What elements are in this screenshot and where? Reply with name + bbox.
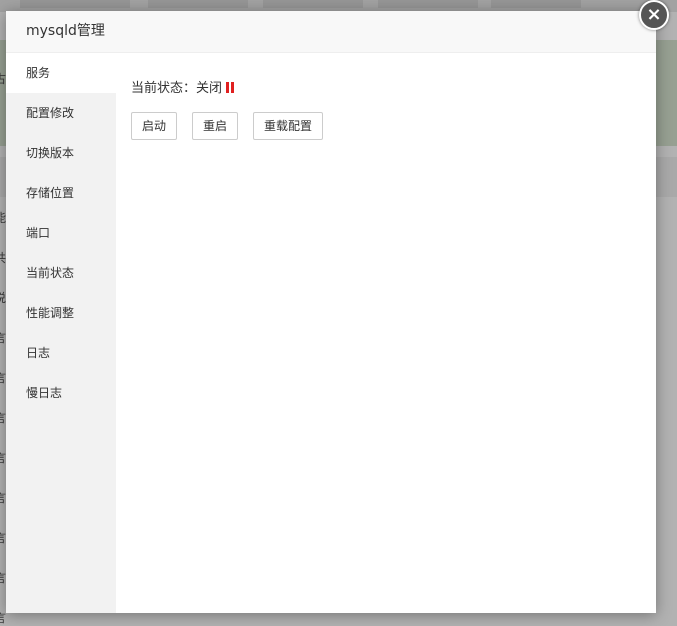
close-icon[interactable]: ×: [639, 0, 669, 30]
restart-button[interactable]: 重启: [192, 112, 239, 140]
service-actions: 启动 重启 重载配置: [131, 112, 656, 140]
nav-item-switch-version[interactable]: 切换版本: [6, 133, 116, 173]
start-button[interactable]: 启动: [131, 112, 178, 140]
nav-item-log[interactable]: 日志: [6, 333, 116, 373]
service-panel: 当前状态：关闭 启动 重启 重载配置: [116, 53, 656, 613]
dialog-title: mysqld管理: [6, 11, 656, 53]
side-nav: 服务 配置修改 切换版本 存储位置 端口 当前状态 性能调整 日志 慢日志: [6, 53, 116, 613]
nav-item-service[interactable]: 服务: [6, 53, 116, 93]
status-label: 当前状态：: [131, 81, 197, 96]
pause-icon: [226, 82, 235, 93]
mysqld-manager-dialog: mysqld管理 服务 配置修改 切换版本 存储位置 端口 当前状态 性能调整 …: [6, 11, 656, 613]
nav-item-performance-tuning[interactable]: 性能调整: [6, 293, 116, 333]
nav-item-port[interactable]: 端口: [6, 213, 116, 253]
dialog-body: 服务 配置修改 切换版本 存储位置 端口 当前状态 性能调整 日志 慢日志 当前…: [6, 53, 656, 613]
nav-item-storage-location[interactable]: 存储位置: [6, 173, 116, 213]
nav-item-slow-log[interactable]: 慢日志: [6, 373, 116, 413]
status-value: 关闭: [196, 81, 223, 96]
nav-item-config-edit[interactable]: 配置修改: [6, 93, 116, 133]
reload-config-button[interactable]: 重载配置: [253, 112, 324, 140]
nav-item-current-status[interactable]: 当前状态: [6, 253, 116, 293]
status-line: 当前状态：关闭: [131, 79, 656, 99]
